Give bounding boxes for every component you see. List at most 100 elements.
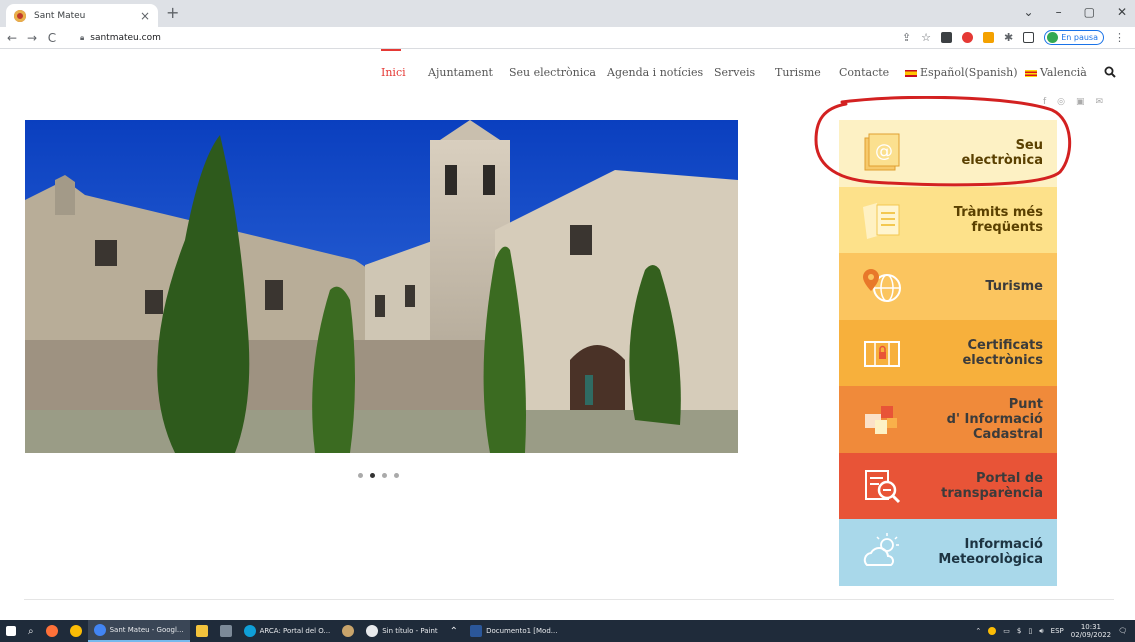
reload-button[interactable]: C [44, 31, 60, 45]
bookmark-star-icon[interactable]: ☆ [921, 31, 931, 44]
tray-chevron-icon[interactable]: ⌃ [975, 627, 981, 635]
windows-taskbar: ⌕ Sant Mateu - Googl... ARCA: Portal del… [0, 620, 1135, 642]
browser-tab[interactable]: Sant Mateu × [6, 4, 158, 27]
nav-contacte[interactable]: Contacte [839, 66, 889, 79]
minimize-button[interactable]: – [1056, 5, 1062, 19]
back-button[interactable]: ← [4, 31, 20, 45]
menu-dots-icon[interactable]: ⋮ [1114, 31, 1125, 44]
slider-dot[interactable] [382, 473, 387, 478]
taskbar-app-paint[interactable]: Sin título - Paint [360, 620, 443, 642]
tile-label: Turisme [985, 278, 1043, 294]
search-icon[interactable] [1104, 66, 1116, 78]
restore-button[interactable]: ▢ [1084, 5, 1095, 19]
tab-close-icon[interactable]: × [140, 9, 150, 23]
tile-tramits[interactable]: Tràmits més freqüents [839, 186, 1057, 253]
app-icon[interactable] [214, 620, 238, 642]
system-tray: ⌃ ▭ $ ▯ 🔊︎ ESP 10:31 02/09/2022 🗨︎ [975, 620, 1127, 642]
extension-icon[interactable] [940, 32, 952, 43]
nav-inici[interactable]: Inici [381, 66, 406, 79]
app-icon[interactable] [336, 620, 360, 642]
puzzle-icon[interactable]: ✱ [1004, 31, 1013, 44]
tile-meteorologica[interactable]: Informació Meteorològica [839, 519, 1057, 586]
tile-turisme[interactable]: Turisme [839, 253, 1057, 320]
tab-title: Sant Mateu [34, 10, 86, 21]
extension-icon[interactable] [982, 32, 994, 43]
word-icon [470, 625, 483, 637]
firefox-icon [45, 625, 58, 637]
network-icon[interactable]: ▭ [1003, 627, 1010, 635]
tile-certificats[interactable]: Certificats electrònics [839, 319, 1057, 386]
app-icon [342, 625, 355, 637]
clock[interactable]: 10:31 02/09/2022 [1071, 623, 1111, 639]
tile-label: Seu electrònica [961, 138, 1043, 169]
taskbar-app-label: Sant Mateu - Googl... [109, 626, 184, 634]
lang-valencia-link[interactable]: Valencià [1025, 66, 1087, 79]
search-button[interactable]: ⌕ [22, 620, 40, 642]
instagram-icon[interactable]: ◎ [1057, 97, 1065, 107]
edge-icon [243, 625, 256, 637]
app-icon [219, 625, 232, 637]
app-icon[interactable]: ⌃ [444, 620, 464, 642]
language-indicator[interactable]: ESP [1051, 627, 1064, 635]
paint-icon [366, 625, 379, 637]
lang-spanish-link[interactable]: Español(Spanish) [905, 66, 1018, 79]
share-icon[interactable]: ⇪ [902, 31, 911, 44]
youtube-icon[interactable]: ▣ [1076, 97, 1085, 107]
close-window-button[interactable]: ✕ [1117, 5, 1127, 19]
tile-seu-electronica[interactable]: @ Seu electrònica [839, 120, 1057, 187]
tab-search-icon[interactable]: ⌄ [1024, 5, 1034, 19]
taskbar-app-chrome[interactable]: Sant Mateu - Googl... [87, 620, 190, 642]
volume-icon[interactable]: 🔊︎ [1039, 627, 1043, 636]
taskbar-app-label: Sin título - Paint [382, 627, 438, 635]
tile-cadastral[interactable]: Punt d' Informació Cadastral [839, 386, 1057, 453]
forward-button[interactable]: → [24, 31, 40, 45]
tray-app-icon[interactable] [988, 627, 997, 635]
extensions-area: ⇪ ☆ ✱ En pausa ⋮ [902, 30, 1125, 45]
hero-photo [25, 120, 738, 453]
folder-icon [195, 625, 208, 637]
profile-button[interactable]: En pausa [1044, 30, 1104, 45]
globe-pin-icon [863, 269, 901, 302]
notifications-icon[interactable]: 🗨︎ [1118, 627, 1127, 635]
valencia-flag-icon [1025, 69, 1037, 77]
search-icon: ⌕ [28, 625, 34, 637]
explorer-app[interactable] [190, 620, 214, 642]
taskbar-app-word[interactable]: Documento1 [Mod... [464, 620, 563, 642]
avatar [1047, 32, 1059, 43]
address-bar[interactable]: 🔒︎ santmateu.com [80, 29, 161, 47]
new-tab-button[interactable]: + [166, 5, 179, 21]
taskbar-app-label: ARCA: Portal del O... [259, 627, 331, 635]
sidepanel-icon[interactable] [1023, 32, 1035, 43]
slider-dot-active[interactable] [370, 473, 375, 478]
nav-ajuntament[interactable]: Ajuntament [428, 66, 493, 79]
clock-date: 02/09/2022 [1070, 631, 1112, 639]
battery-icon[interactable]: ▯ [1028, 627, 1032, 635]
slider-dot[interactable] [358, 473, 363, 478]
hero-slider[interactable] [25, 120, 738, 453]
taskbar-app-edge[interactable]: ARCA: Portal del O... [238, 620, 337, 642]
facebook-icon[interactable]: f [1043, 97, 1046, 107]
slider-dot[interactable] [394, 473, 399, 478]
tile-transparencia[interactable]: Portal de transparència [839, 452, 1057, 519]
window-controls: ⌄ – ▢ ✕ [1024, 5, 1127, 19]
slider-pagination [358, 473, 399, 478]
nav-seu-electronica[interactable]: Seu electrònica [509, 66, 596, 79]
certificate-icon [864, 340, 900, 367]
nav-agenda[interactable]: Agenda i notícies [607, 66, 703, 79]
taskbar-app-label: Documento1 [Mod... [486, 627, 558, 635]
tile-label: Certificats electrònics [962, 337, 1043, 368]
nav-turisme[interactable]: Turisme [775, 66, 821, 79]
firefox-app[interactable] [40, 620, 64, 642]
url-text: santmateu.com [90, 33, 161, 43]
nav-serveis[interactable]: Serveis [714, 66, 755, 79]
extension-icon[interactable] [961, 32, 973, 43]
tray-app-icon[interactable]: $ [1017, 627, 1021, 635]
site-favicon-icon [14, 9, 26, 22]
windows-logo-icon [6, 626, 16, 636]
chrome-icon [69, 625, 82, 637]
at-sign-icon: @ [864, 133, 900, 171]
chrome-app[interactable] [64, 620, 88, 642]
mail-icon[interactable]: ✉ [1096, 97, 1104, 107]
start-button[interactable] [0, 620, 22, 642]
tile-label: Punt d' Informació Cadastral [946, 396, 1043, 442]
